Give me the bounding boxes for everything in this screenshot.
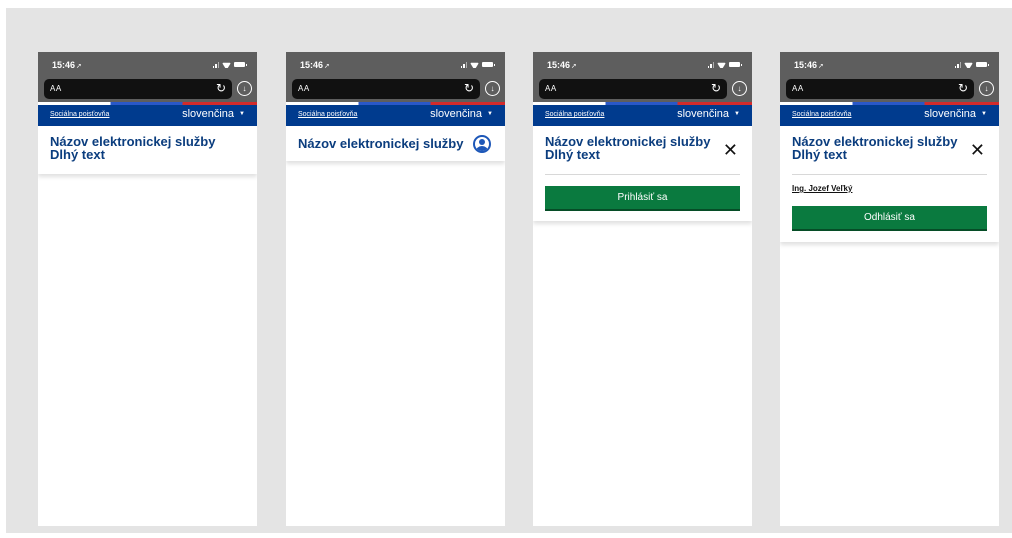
service-title-line2: Dlhý text [545,147,600,162]
browser-url-bar: AA ↻ ↓ [286,77,505,105]
service-title: Názov elektronickej služby [298,137,463,150]
org-link[interactable]: Sociálna poisťovňa [792,111,851,118]
phone-screen-2: 15:46➚ AA ↻ ↓ Sociálna poisťovňa slovenč… [286,52,505,526]
reader-text-size-button[interactable]: AA [298,84,310,93]
location-arrow-icon: ➚ [76,63,82,70]
top-bar: Sociálna poisťovňa slovenčina ▼ [533,105,752,126]
service-header: Názov elektronickej služby Dlhý text [38,126,257,174]
reader-text-size-button[interactable]: AA [545,84,557,93]
language-label: slovenčina [677,108,730,120]
caret-down-icon: ▼ [239,111,245,117]
service-title-line1: Názov elektronickej služby [298,136,464,151]
signal-icon [460,61,467,68]
top-bar: Sociálna poisťovňa slovenčina ▼ [780,105,999,126]
status-time: 15:46➚ [52,60,82,70]
signal-icon [954,61,961,68]
caret-down-icon: ▼ [487,111,493,117]
battery-icon [976,62,989,67]
status-bar: 15:46➚ [533,52,752,77]
top-bar: Sociálna poisťovňa slovenčina ▼ [286,105,505,126]
service-title: Názov elektronickej služby Dlhý text [50,135,215,161]
phone-screen-1: 15:46➚ AA ↻ ↓ Sociálna poisťovňa slovenč… [38,52,257,526]
browser-url-bar: AA ↻ ↓ [780,77,999,105]
language-label: slovenčina [430,108,483,120]
system-icons [212,61,247,68]
wifi-icon [222,61,231,68]
address-field[interactable]: AA ↻ [292,79,480,99]
caret-down-icon: ▼ [734,111,740,117]
location-arrow-icon: ➚ [324,63,330,70]
language-selector[interactable]: slovenčina ▼ [677,108,740,120]
browser-url-bar: AA ↻ ↓ [38,77,257,105]
location-arrow-icon: ➚ [818,63,824,70]
address-field[interactable]: AA ↻ [786,79,974,99]
divider [545,174,740,175]
menu-panel: Názov elektronickej služby Dlhý text ✕ I… [780,126,999,242]
menu-panel: Názov elektronickej služby Dlhý text ✕ P… [533,126,752,221]
status-time: 15:46➚ [547,60,577,70]
service-title-line2: Dlhý text [50,147,105,162]
reload-icon[interactable]: ↻ [711,81,721,95]
battery-icon [482,62,495,67]
phone-screen-4: 15:46➚ AA ↻ ↓ Sociálna poisťovňa slovenč… [780,52,999,526]
browser-url-bar: AA ↻ ↓ [533,77,752,105]
org-link[interactable]: Sociálna poisťovňa [50,111,109,118]
signal-icon [707,61,714,68]
language-selector[interactable]: slovenčina ▼ [182,108,245,120]
service-title: Názov elektronickej služby Dlhý text [792,135,957,161]
mockup-canvas: 15:46➚ AA ↻ ↓ Sociálna poisťovňa slovenč… [6,8,1012,533]
status-bar: 15:46➚ [286,52,505,77]
reader-text-size-button[interactable]: AA [50,84,62,93]
download-icon[interactable]: ↓ [979,81,994,96]
address-field[interactable]: AA ↻ [539,79,727,99]
wifi-icon [964,61,973,68]
download-icon[interactable]: ↓ [485,81,500,96]
org-link[interactable]: Sociálna poisťovňa [545,111,604,118]
close-icon[interactable]: ✕ [970,141,985,159]
service-title: Názov elektronickej služby Dlhý text [545,135,710,161]
caret-down-icon: ▼ [981,111,987,117]
system-icons [707,61,742,68]
reload-icon[interactable]: ↻ [216,81,226,95]
language-selector[interactable]: slovenčina ▼ [924,108,987,120]
user-account-icon[interactable] [473,135,491,153]
status-time: 15:46➚ [300,60,330,70]
download-icon[interactable]: ↓ [732,81,747,96]
language-label: slovenčina [924,108,977,120]
service-header: Názov elektronickej služby [286,126,505,161]
address-field[interactable]: AA ↻ [44,79,232,99]
status-time: 15:46➚ [794,60,824,70]
language-label: slovenčina [182,108,235,120]
reload-icon[interactable]: ↻ [464,81,474,95]
top-bar: Sociálna poisťovňa slovenčina ▼ [38,105,257,126]
battery-icon [234,62,247,67]
logout-button[interactable]: Odhlásiť sa [792,206,987,229]
reader-text-size-button[interactable]: AA [792,84,804,93]
battery-icon [729,62,742,67]
download-icon[interactable]: ↓ [237,81,252,96]
location-arrow-icon: ➚ [571,63,577,70]
login-button[interactable]: Prihlásiť sa [545,186,740,209]
signal-icon [212,61,219,68]
wifi-icon [470,61,479,68]
divider [792,174,987,175]
org-link[interactable]: Sociálna poisťovňa [298,111,357,118]
status-bar: 15:46➚ [38,52,257,77]
status-bar: 15:46➚ [780,52,999,77]
language-selector[interactable]: slovenčina ▼ [430,108,493,120]
service-title-line2: Dlhý text [792,147,847,162]
wifi-icon [717,61,726,68]
phone-screen-3: 15:46➚ AA ↻ ↓ Sociálna poisťovňa slovenč… [533,52,752,526]
close-icon[interactable]: ✕ [723,141,738,159]
system-icons [460,61,495,68]
user-name[interactable]: Ing. Jozef Veľký [792,184,852,193]
reload-icon[interactable]: ↻ [958,81,968,95]
system-icons [954,61,989,68]
